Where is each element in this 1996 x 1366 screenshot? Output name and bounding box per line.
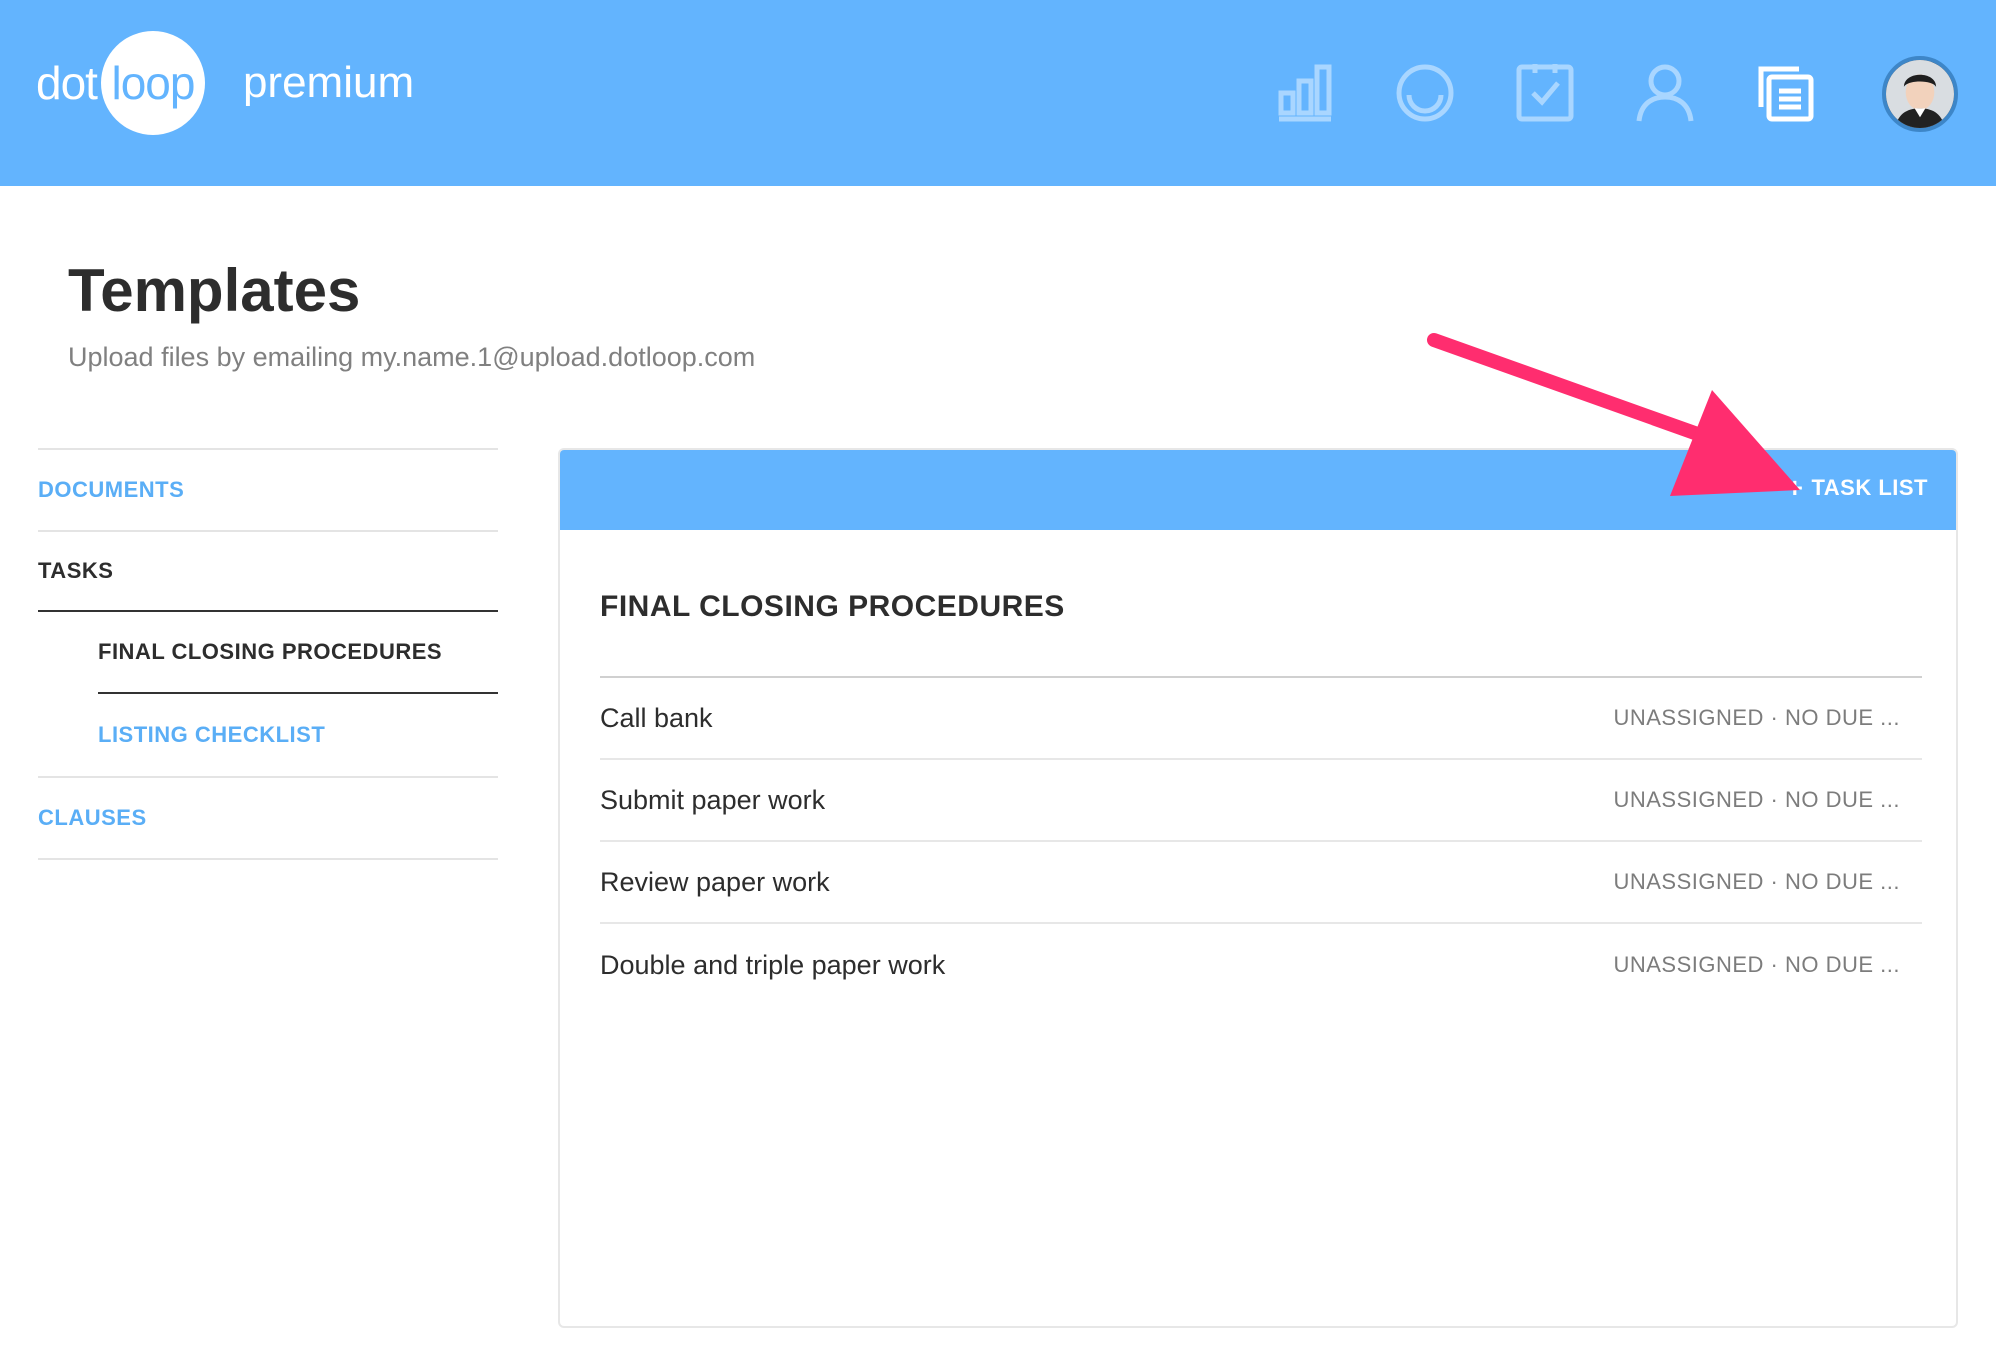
logo-dot-text: dot xyxy=(36,57,98,109)
task-name: Double and triple paper work xyxy=(600,949,946,980)
task-list-panel: + TASK LIST FINAL CLOSING PROCEDURES Cal… xyxy=(558,448,1958,1328)
add-task-list-button[interactable]: + TASK LIST xyxy=(1787,474,1928,502)
task-list-title: FINAL CLOSING PROCEDURES xyxy=(600,590,1065,623)
plus-icon: + xyxy=(1786,472,1804,503)
templates-sidebar: DOCUMENTS TASKS FINAL CLOSING PROCEDURES… xyxy=(38,448,498,860)
templates-icon[interactable] xyxy=(1750,58,1820,128)
loops-icon[interactable] xyxy=(1390,58,1460,128)
task-name: Review paper work xyxy=(600,866,830,897)
dotloop-logo[interactable]: dot loop premium xyxy=(36,30,414,136)
panel-toolbar: + TASK LIST xyxy=(560,450,1956,530)
task-list: Call bank UNASSIGNED · NO DUE ... Submit… xyxy=(600,676,1922,1006)
logo-loop-circle: loop xyxy=(100,31,205,135)
user-avatar[interactable] xyxy=(1882,56,1958,132)
task-assignment-meta[interactable]: UNASSIGNED · NO DUE ... xyxy=(1613,705,1900,731)
sidebar-item-clauses[interactable]: CLAUSES xyxy=(38,776,498,858)
task-name: Call bank xyxy=(600,702,713,733)
sidebar-item-documents[interactable]: DOCUMENTS xyxy=(38,448,498,530)
sidebar-item-tasks[interactable]: TASKS xyxy=(38,530,498,612)
upload-email-hint: Upload files by emailing my.name.1@uploa… xyxy=(68,342,756,372)
sidebar-subitem-listing-checklist[interactable]: LISTING CHECKLIST xyxy=(98,694,498,776)
people-icon[interactable] xyxy=(1630,58,1700,128)
tasks-icon[interactable] xyxy=(1510,58,1580,128)
task-assignment-meta[interactable]: UNASSIGNED · NO DUE ... xyxy=(1613,869,1900,895)
sidebar-divider xyxy=(38,858,498,860)
task-assignment-meta[interactable]: UNASSIGNED · NO DUE ... xyxy=(1613,952,1900,978)
sidebar-subitem-final-closing[interactable]: FINAL CLOSING PROCEDURES xyxy=(98,612,498,694)
task-row[interactable]: Double and triple paper work UNASSIGNED … xyxy=(600,924,1922,1006)
task-row[interactable]: Review paper work UNASSIGNED · NO DUE ..… xyxy=(600,842,1922,924)
header-nav xyxy=(1270,58,1870,128)
logo-tier-text: premium xyxy=(242,58,415,107)
reports-icon[interactable] xyxy=(1270,58,1340,128)
page-title: Templates xyxy=(68,257,361,324)
task-name: Submit paper work xyxy=(600,784,826,815)
task-assignment-meta[interactable]: UNASSIGNED · NO DUE ... xyxy=(1613,787,1900,813)
add-task-list-label: TASK LIST xyxy=(1811,475,1928,500)
top-header: dot loop premium xyxy=(0,0,1996,186)
task-row[interactable]: Call bank UNASSIGNED · NO DUE ... xyxy=(600,678,1922,760)
task-row[interactable]: Submit paper work UNASSIGNED · NO DUE ..… xyxy=(600,760,1922,842)
